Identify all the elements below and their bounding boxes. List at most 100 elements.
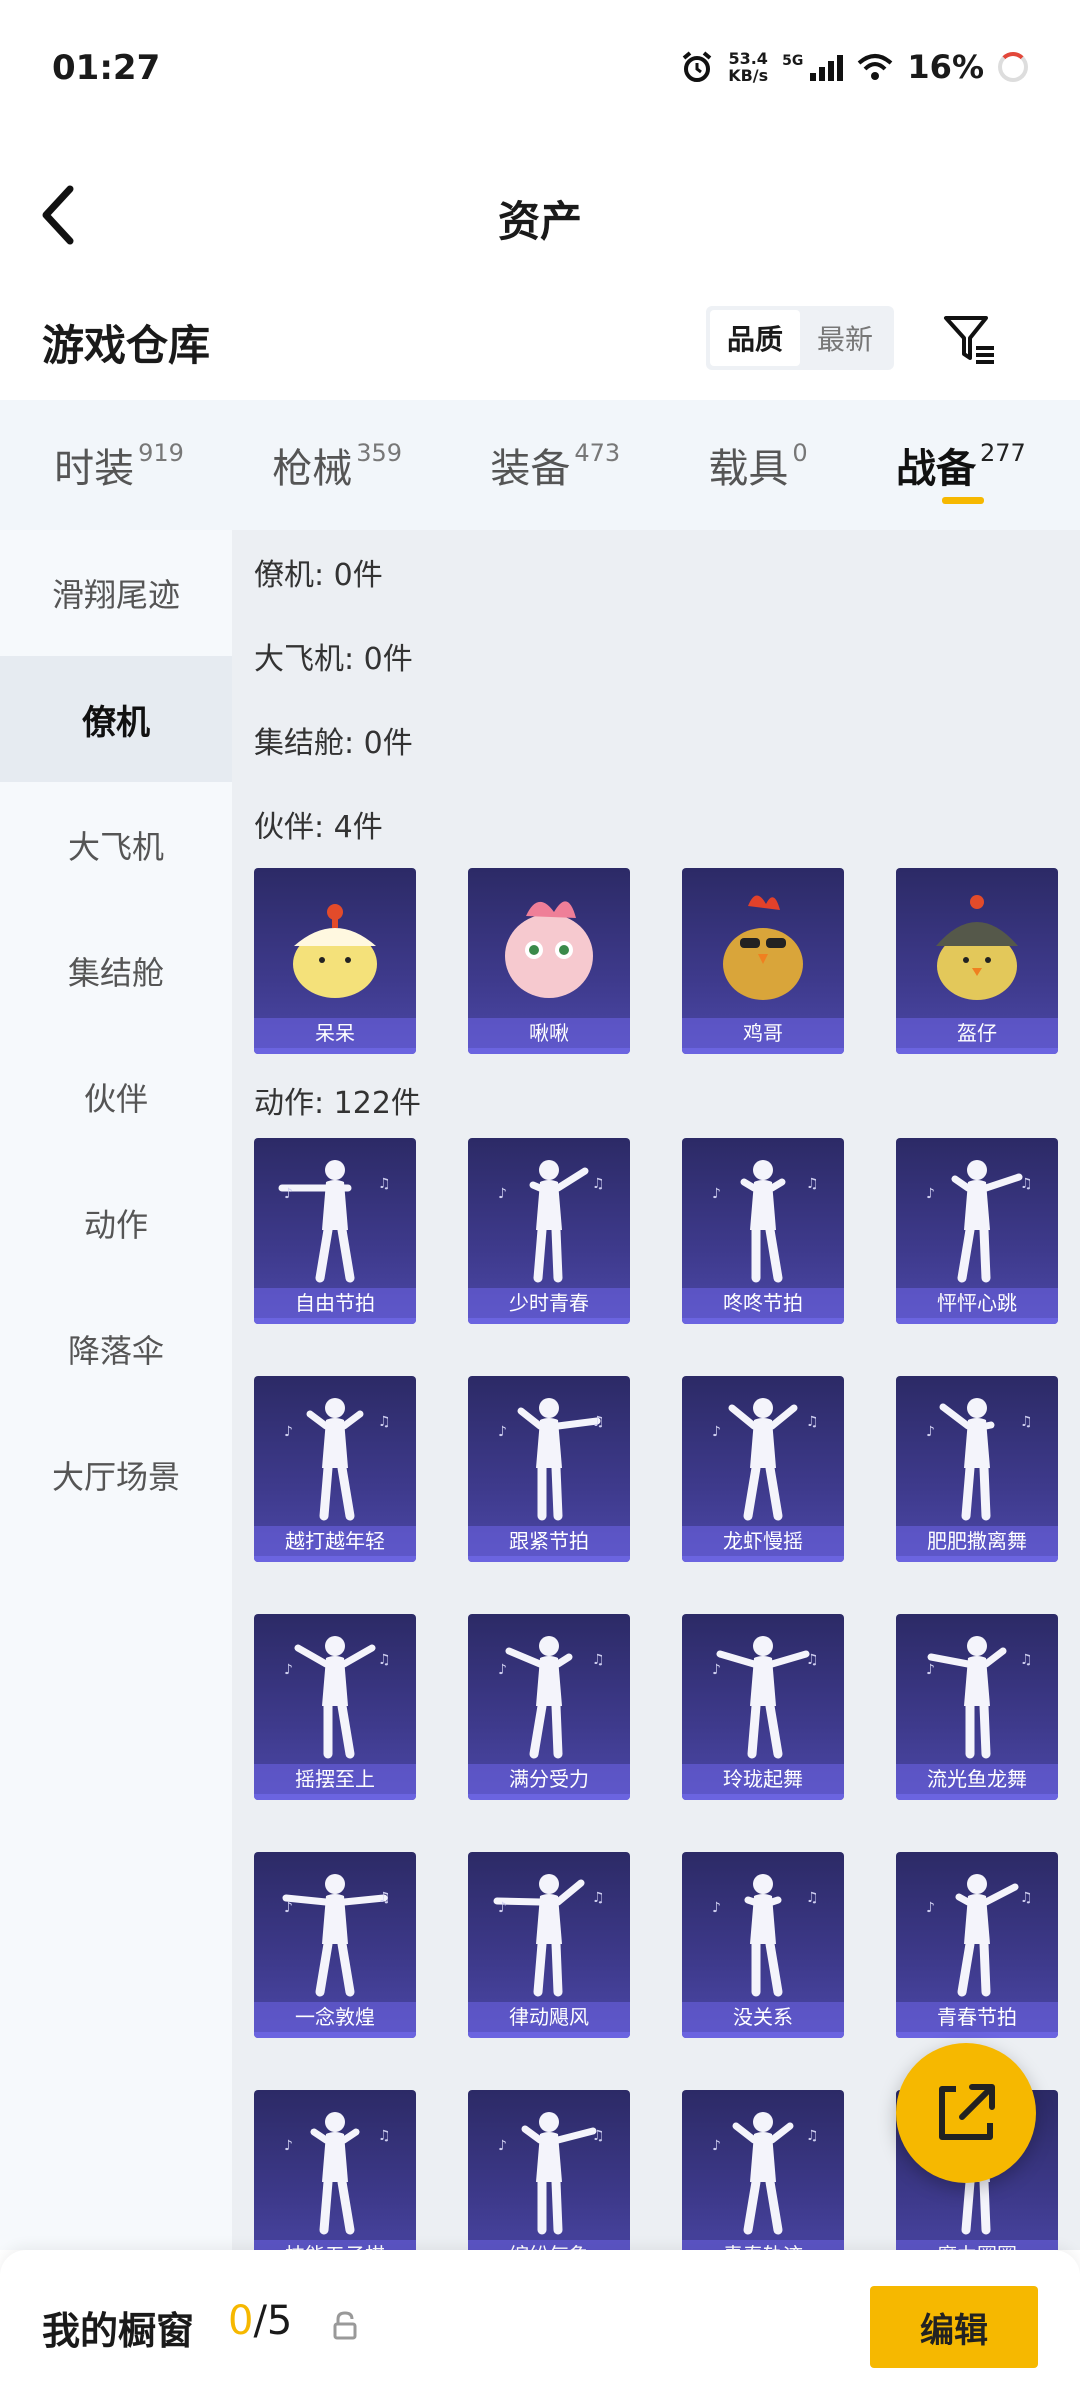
network-generation: 5G <box>782 53 804 69</box>
item-content: 僚机: 0件 大飞机: 0件 集结舱: 0件 伙伴: 4件 呆呆 啾啾 鸡哥 盔… <box>232 530 1080 2250</box>
dancer-icon: ♪♫ <box>712 1636 819 1759</box>
svg-text:♪: ♪ <box>498 2138 507 2154</box>
battery-percent: 16% <box>907 48 984 86</box>
emote-card[interactable]: ♪ ♫ 怦怦心跳 <box>896 1138 1058 1324</box>
svg-text:♪: ♪ <box>498 1424 507 1440</box>
dancer-icon: ♪♫ <box>278 1160 391 1283</box>
category-count-big-plane: 大飞机: 0件 <box>254 642 413 677</box>
emote-name: 流光鱼龙舞 <box>896 1764 1058 1794</box>
dancer-icon: ♪♫ <box>926 1160 1033 1283</box>
sidebar-item-glide-trail[interactable]: 滑翔尾迹 <box>0 530 232 656</box>
filter-icon[interactable] <box>940 310 1000 370</box>
dancer-icon: ♪♫ <box>712 1874 819 1997</box>
tab-tactical-gear[interactable]: 战备 277 <box>896 400 1026 530</box>
sidebar-item-parachute[interactable]: 降落伞 <box>0 1286 232 1412</box>
partner-card[interactable]: 盔仔 <box>896 868 1058 1054</box>
emote-card[interactable]: ♪♫ 缤纷气象 <box>468 2090 630 2250</box>
partner-name: 鸡哥 <box>682 1018 844 1048</box>
svg-text:♪: ♪ <box>284 1186 293 1202</box>
emote-card[interactable]: ♪ ♫ 律动飓风 <box>468 1852 630 2038</box>
svg-text:♫: ♫ <box>806 2128 819 2144</box>
svg-text:♪: ♪ <box>926 1186 935 1202</box>
svg-text:♫: ♫ <box>378 1652 391 1668</box>
emote-card[interactable]: ♪ ♫ 龙虾慢摇 <box>682 1376 844 1562</box>
emote-name: 咚咚节拍 <box>682 1288 844 1318</box>
sidebar-item-wingman[interactable]: 僚机 <box>0 656 232 782</box>
emote-name: 肥肥撒离舞 <box>896 1526 1058 1556</box>
sort-quality-button[interactable]: 品质 <box>710 310 800 366</box>
signal-icon <box>810 55 844 81</box>
svg-text:♪: ♪ <box>712 1900 721 1916</box>
svg-text:♫: ♫ <box>378 2128 391 2144</box>
emote-card[interactable]: ♪ ♫ 肥肥撒离舞 <box>896 1376 1058 1562</box>
partner-chick-icon <box>293 904 377 998</box>
sidebar-item-assembly-pod[interactable]: 集结舱 <box>0 908 232 1034</box>
sidebar-item-emote[interactable]: 动作 <box>0 1160 232 1286</box>
svg-text:♫: ♫ <box>806 1414 819 1430</box>
sidebar-item-lobby-scene[interactable]: 大厅场景 <box>0 1412 232 1538</box>
emote-card[interactable]: ♪ ♫ 越打越年轻 <box>254 1376 416 1562</box>
sidebar-item-partner[interactable]: 伙伴 <box>0 1034 232 1160</box>
partner-helmet-chick-icon <box>936 895 1018 1000</box>
partner-name: 盔仔 <box>896 1018 1058 1048</box>
emote-name: 少时青春 <box>468 1288 630 1318</box>
svg-text:♪: ♪ <box>712 1662 721 1678</box>
emote-card[interactable]: ♪ ♫ 摇摆至上 <box>254 1614 416 1800</box>
category-count-emote: 动作: 122件 <box>254 1086 421 1121</box>
tab-vehicles[interactable]: 载具 0 <box>708 400 807 530</box>
svg-text:♪: ♪ <box>926 1900 935 1916</box>
sort-newest-button[interactable]: 最新 <box>800 310 890 366</box>
emote-card[interactable]: ♪ ♫ 青春节拍 <box>896 1852 1058 2038</box>
partner-name: 啾啾 <box>468 1018 630 1048</box>
emote-card[interactable]: ♪ ♫ 没关系 <box>682 1852 844 2038</box>
svg-text:♫: ♫ <box>806 1890 819 1906</box>
emote-card[interactable]: ♪ ♫ 一念敦煌 <box>254 1852 416 2038</box>
emote-name: 摇摆至上 <box>254 1764 416 1794</box>
tab-firearms[interactable]: 枪械 359 <box>272 400 402 530</box>
emote-card[interactable]: ♪♫ 技能五子棋 <box>254 2090 416 2250</box>
svg-text:♪: ♪ <box>712 1186 721 1202</box>
sidebar-item-big-plane[interactable]: 大飞机 <box>0 782 232 908</box>
emote-card[interactable]: ♪ ♫ 咚咚节拍 <box>682 1138 844 1324</box>
partner-name: 呆呆 <box>254 1018 416 1048</box>
showcase-label: 我的橱窗 <box>42 2309 195 2353</box>
tab-equipment[interactable]: 装备 473 <box>490 400 620 530</box>
emote-name: 自由节拍 <box>254 1288 416 1318</box>
emote-card[interactable]: ♪ ♫ 跟紧节拍 <box>468 1376 630 1562</box>
emote-card[interactable]: ♪ ♫ 少时青春 <box>468 1138 630 1324</box>
emote-card[interactable]: ♪ ♫ 流光鱼龙舞 <box>896 1614 1058 1800</box>
svg-text:♫: ♫ <box>592 1176 605 1192</box>
dancer-icon: ♪♫ <box>498 1160 605 1283</box>
dancer-icon: ♪♫ <box>284 2112 391 2235</box>
emote-name: 技能五子棋 <box>254 2240 416 2250</box>
svg-text:♪: ♪ <box>284 1900 293 1916</box>
emote-card[interactable]: ♪♫青春轨迹 <box>682 2090 844 2250</box>
dancer-icon: ♪♫ <box>712 1398 819 1521</box>
dancer-icon: ♪♫ <box>284 1636 391 1759</box>
svg-text:♫: ♫ <box>378 1176 391 1192</box>
dancer-icon: ♪♫ <box>712 1160 819 1283</box>
edit-button[interactable]: 编辑 <box>870 2286 1038 2368</box>
partner-card[interactable]: 鸡哥 <box>682 868 844 1054</box>
share-button[interactable] <box>896 2043 1036 2183</box>
svg-text:♫: ♫ <box>1020 1890 1033 1906</box>
emote-name: 龙虾慢摇 <box>682 1526 844 1556</box>
emote-name: 怦怦心跳 <box>896 1288 1058 1318</box>
emote-name: 缤纷气象 <box>468 2240 630 2250</box>
emote-name: 魔力圈圈 <box>896 2240 1058 2250</box>
emote-card[interactable]: ♪ ♫ 玲珑起舞 <box>682 1614 844 1800</box>
partner-card[interactable]: 呆呆 <box>254 868 416 1054</box>
svg-text:♫: ♫ <box>592 1414 605 1430</box>
tab-fashion[interactable]: 时装 919 <box>54 400 184 530</box>
emote-name: 越打越年轻 <box>254 1526 416 1556</box>
category-tabs: 时装 919 枪械 359 装备 473 载具 0 战备 277 <box>0 400 1080 530</box>
dancer-icon: ♪♫ <box>498 2112 605 2235</box>
emote-name: 没关系 <box>682 2002 844 2032</box>
svg-text:♪: ♪ <box>284 1662 293 1678</box>
svg-text:♫: ♫ <box>1020 1652 1033 1668</box>
emote-card[interactable]: ♪ ♫ 自由节拍 <box>254 1138 416 1324</box>
emote-name: 青春节拍 <box>896 2002 1058 2032</box>
partner-card[interactable]: 啾啾 <box>468 868 630 1054</box>
svg-text:♫: ♫ <box>378 1414 391 1430</box>
emote-card[interactable]: ♪ ♫ 满分受力 <box>468 1614 630 1800</box>
